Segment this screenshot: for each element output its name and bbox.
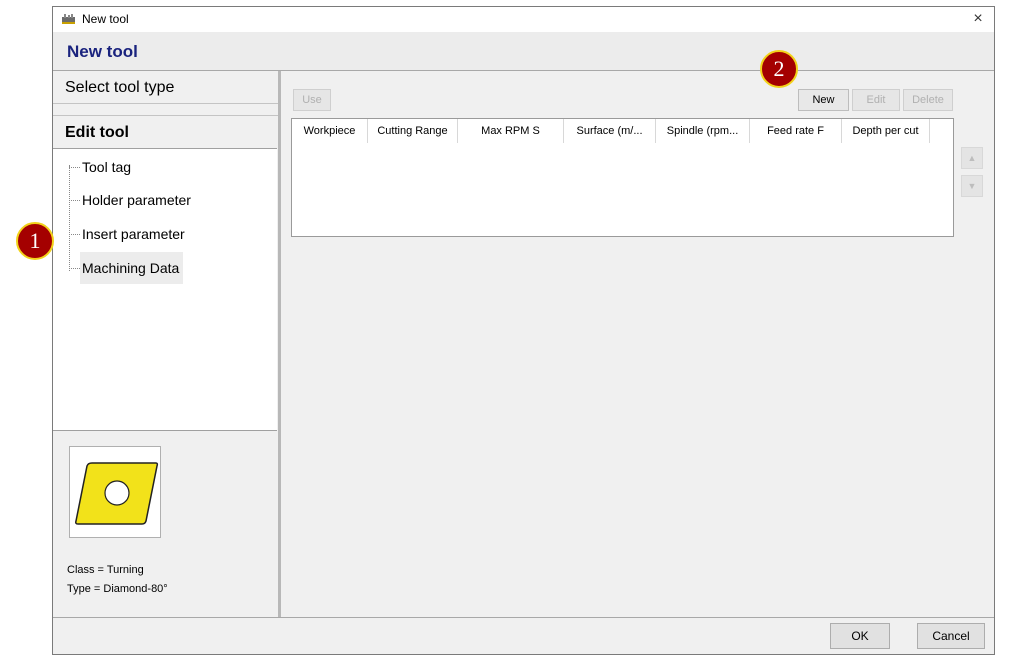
tool-class-text: Class = Turning bbox=[67, 564, 144, 576]
close-button[interactable]: × bbox=[968, 9, 988, 29]
new-tool-window: New tool × New tool Select tool type Edi… bbox=[52, 6, 995, 655]
tree-item-label: Tool tag bbox=[82, 159, 132, 175]
arrow-up-icon: ▲ bbox=[967, 153, 977, 163]
delete-button[interactable]: Delete bbox=[903, 89, 953, 111]
callout-badge-2: 2 bbox=[760, 50, 798, 88]
machining-data-table[interactable]: Workpiece Cutting Range Max RPM S Surfac… bbox=[291, 118, 954, 237]
window-title: New tool bbox=[82, 12, 129, 26]
tree-item-label: Insert parameter bbox=[82, 226, 185, 242]
title-bar: New tool × bbox=[53, 7, 994, 32]
move-up-button[interactable]: ▲ bbox=[961, 147, 983, 169]
ok-button[interactable]: OK bbox=[830, 623, 890, 649]
tree-item-label: Machining Data bbox=[80, 252, 184, 284]
edit-button[interactable]: Edit bbox=[852, 89, 900, 111]
page-title: New tool bbox=[67, 42, 138, 61]
column-header-workpiece[interactable]: Workpiece bbox=[292, 119, 368, 143]
tree-connector bbox=[69, 165, 70, 271]
diamond-insert-icon bbox=[75, 462, 159, 525]
column-header-surface[interactable]: Surface (m/... bbox=[564, 119, 656, 143]
machining-data-panel: Use New Edit Delete Workpiece Cutting Ra… bbox=[281, 71, 994, 617]
column-header-cutting-range[interactable]: Cutting Range bbox=[368, 119, 458, 143]
column-header-feed-rate[interactable]: Feed rate F bbox=[750, 119, 842, 143]
step-select-tool-type[interactable]: Select tool type bbox=[53, 71, 278, 104]
toolbox-icon bbox=[62, 14, 75, 24]
column-header-spindle[interactable]: Spindle (rpm... bbox=[656, 119, 750, 143]
dialog-footer: OK Cancel bbox=[53, 617, 994, 654]
tree-item-label: Holder parameter bbox=[82, 192, 191, 208]
use-button[interactable]: Use bbox=[293, 89, 331, 111]
arrow-down-icon: ▼ bbox=[967, 181, 977, 191]
column-header-depth-per-cut[interactable]: Depth per cut bbox=[842, 119, 930, 143]
tool-type-text: Type = Diamond-80° bbox=[67, 583, 168, 595]
wizard-sidebar: Select tool type Edit tool Tool tag Hold… bbox=[53, 71, 278, 617]
step-edit-tool[interactable]: Edit tool bbox=[53, 115, 278, 148]
page-header: New tool bbox=[53, 32, 994, 71]
new-button[interactable]: New bbox=[798, 89, 849, 111]
parameter-tree: Tool tag Holder parameter Insert paramet… bbox=[53, 148, 277, 431]
callout-badge-1: 1 bbox=[16, 222, 54, 260]
tool-preview bbox=[69, 446, 161, 538]
close-icon: × bbox=[973, 10, 983, 27]
cancel-button[interactable]: Cancel bbox=[917, 623, 985, 649]
move-down-button[interactable]: ▼ bbox=[961, 175, 983, 197]
column-header-max-rpm[interactable]: Max RPM S bbox=[458, 119, 564, 143]
